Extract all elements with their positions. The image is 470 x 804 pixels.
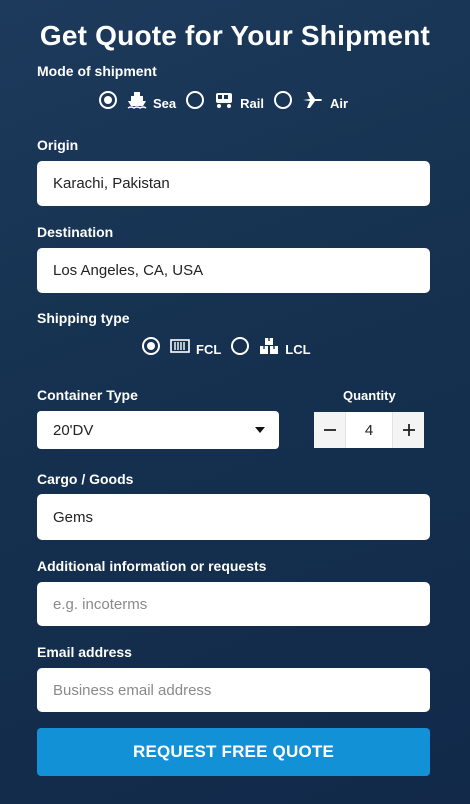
lcl-radio[interactable] bbox=[231, 336, 250, 355]
airplane-icon bbox=[302, 91, 324, 109]
container-type-label: Container Type bbox=[37, 387, 138, 403]
mode-option-air[interactable]: Air bbox=[273, 88, 349, 111]
mode-label-air: Air bbox=[329, 96, 349, 111]
destination-label: Destination bbox=[37, 224, 114, 240]
destination-input[interactable] bbox=[37, 248, 430, 293]
quantity-label: Quantity bbox=[343, 388, 396, 403]
shipping-label-fcl: FCL bbox=[196, 342, 222, 357]
container-icon bbox=[170, 338, 190, 354]
shipping-label-lcl: LCL bbox=[285, 342, 311, 357]
minus-icon bbox=[323, 429, 336, 431]
increase-quantity-button[interactable] bbox=[393, 412, 424, 448]
request-quote-button[interactable]: REQUEST FREE QUOTE bbox=[37, 728, 430, 776]
container-type-value: 20'DV bbox=[53, 421, 94, 439]
mode-label: Mode of shipment bbox=[37, 63, 157, 79]
fcl-radio[interactable] bbox=[142, 336, 160, 355]
decrease-quantity-button[interactable] bbox=[314, 412, 345, 448]
email-label: Email address bbox=[37, 644, 132, 660]
mode-options: Sea Rail Air bbox=[99, 88, 358, 111]
boxes-icon bbox=[259, 337, 279, 355]
train-icon bbox=[214, 91, 234, 109]
rail-radio[interactable] bbox=[186, 90, 205, 109]
additional-info-label: Additional information or requests bbox=[37, 558, 267, 574]
cargo-input[interactable] bbox=[37, 494, 430, 540]
mode-option-sea[interactable]: Sea bbox=[99, 88, 176, 111]
shipping-type-options: FCL LCL bbox=[142, 334, 321, 357]
origin-input[interactable] bbox=[37, 161, 430, 206]
ship-icon bbox=[127, 91, 147, 109]
plus-icon bbox=[402, 424, 415, 436]
shipping-type-label: Shipping type bbox=[37, 310, 130, 326]
email-input[interactable] bbox=[37, 668, 430, 712]
air-radio[interactable] bbox=[273, 90, 292, 109]
mode-label-sea: Sea bbox=[153, 96, 177, 111]
quantity-stepper: 4 bbox=[314, 412, 424, 448]
container-type-select[interactable]: 20'DV bbox=[37, 411, 279, 449]
origin-label: Origin bbox=[37, 137, 79, 153]
cargo-label: Cargo / Goods bbox=[37, 471, 134, 487]
sea-radio[interactable] bbox=[99, 90, 117, 109]
chevron-down-icon bbox=[255, 427, 265, 433]
quantity-value[interactable]: 4 bbox=[345, 412, 393, 448]
mode-option-rail[interactable]: Rail bbox=[186, 88, 264, 111]
additional-info-input[interactable] bbox=[37, 582, 430, 626]
shipping-option-lcl[interactable]: LCL bbox=[231, 334, 311, 357]
form-title: Get Quote for Your Shipment bbox=[39, 20, 431, 51]
shipping-option-fcl[interactable]: FCL bbox=[142, 334, 221, 357]
mode-label-rail: Rail bbox=[240, 96, 264, 111]
